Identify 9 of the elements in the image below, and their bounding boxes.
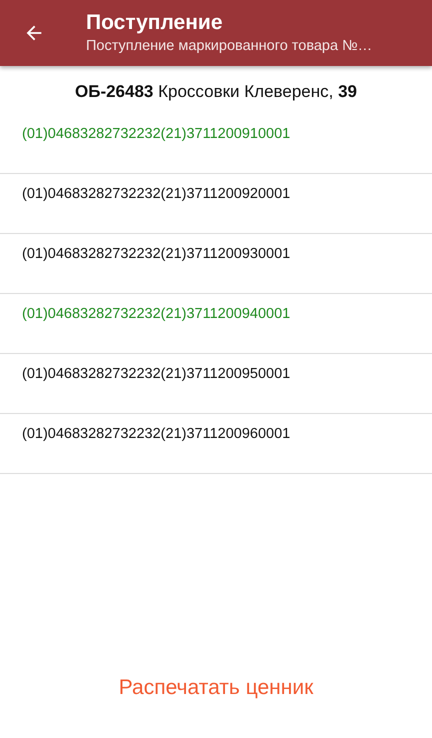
marking-code[interactable]: (01)04683282732232(21)3711200940001 xyxy=(22,306,290,322)
screen-title: Поступление xyxy=(86,10,224,36)
marking-code[interactable]: (01)04683282732232(21)3711200930001 xyxy=(22,246,290,262)
marking-code[interactable]: (01)04683282732232(21)3711200950001 xyxy=(22,366,290,382)
marking-code[interactable]: (01)04683282732232(21)3711200920001 xyxy=(22,186,290,202)
marking-code[interactable]: (01)04683282732232(21)3711200910001 xyxy=(22,126,290,142)
screen-subtitle: Поступление маркированного товара №… xyxy=(86,37,372,56)
marking-code[interactable]: (01)04683282732232(21)3711200960001 xyxy=(22,426,290,442)
product-title: ОБ-26483 Кроссовки Клеверенс, 39 xyxy=(74,81,358,103)
